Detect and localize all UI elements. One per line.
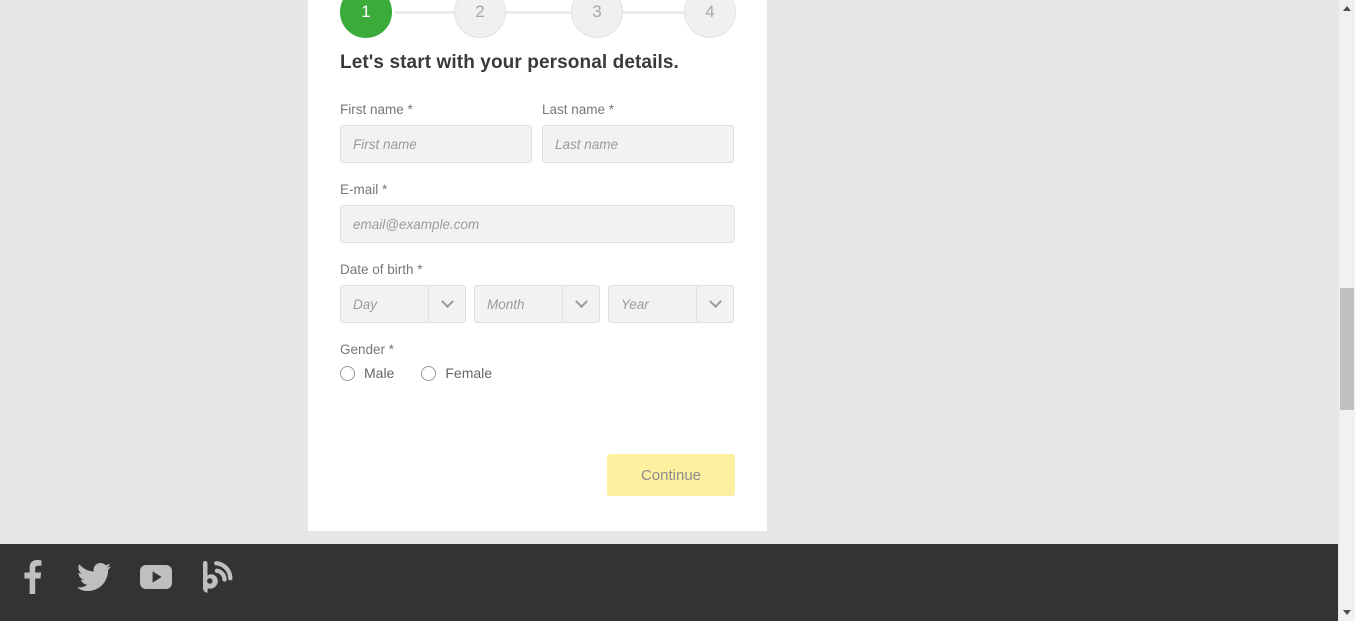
day-select[interactable]: Day [340,285,466,323]
continue-button[interactable]: Continue [607,454,735,496]
gender-option-male[interactable]: Male [340,365,394,381]
twitter-icon[interactable] [74,556,114,598]
year-select[interactable]: Year [608,285,734,323]
registration-card: 1 2 3 4 Let's start with your personal d… [308,0,767,531]
gender-group: Gender * Male Female [340,342,735,381]
last-name-input[interactable] [542,125,734,163]
gender-option-male-label: Male [364,365,395,381]
chevron-down-icon [696,286,733,322]
date-of-birth-group: Date of birth * Day Month Year [340,262,735,323]
chevron-down-icon [428,286,465,322]
stepper-step-4-label: 4 [705,2,715,21]
year-select-value: Year [621,296,649,312]
last-name-group: Last name * [542,102,734,163]
youtube-icon[interactable] [136,556,176,598]
stepper-step-2-label: 2 [475,2,485,21]
form-actions: Continue [340,454,735,496]
social-links [12,556,238,598]
scroll-up-arrow[interactable] [1339,0,1355,17]
stepper-step-1-label: 1 [361,2,371,21]
gender-label: Gender * [340,342,395,357]
chevron-down-icon [562,286,599,322]
email-input[interactable] [340,205,735,243]
month-select-value: Month [487,296,525,312]
scroll-down-arrow[interactable] [1339,604,1355,621]
scrollbar-thumb[interactable] [1340,288,1354,410]
gender-option-female[interactable]: Female [421,365,492,381]
day-select-value: Day [353,296,378,312]
page-title: Let's start with your personal details. [340,52,679,73]
radio-button-icon [421,365,437,381]
stepper-step-4[interactable]: 4 [684,0,736,38]
first-name-label: First name * [340,102,413,117]
date-of-birth-row: Day Month Year [340,285,735,323]
stepper-step-3-label: 3 [592,2,602,21]
first-name-group: First name * [340,102,532,163]
email-group: E-mail * [340,182,735,243]
month-select[interactable]: Month [474,285,600,323]
email-label: E-mail * [340,182,388,197]
gender-radio-row: Male Female [340,365,735,381]
personal-details-form: First name * Last name * E-mail * Date o… [340,102,735,381]
stepper-step-3[interactable]: 3 [571,0,623,38]
site-footer [0,544,1338,621]
page-content: 1 2 3 4 Let's start with your personal d… [0,0,1338,621]
last-name-label: Last name * [542,102,615,117]
name-row: First name * Last name * [340,102,735,163]
stepper-step-1[interactable]: 1 [340,0,392,38]
date-of-birth-label: Date of birth * [340,262,423,277]
browser-viewport: 1 2 3 4 Let's start with your personal d… [0,0,1355,621]
stepper-step-2[interactable]: 2 [454,0,506,38]
first-name-input[interactable] [340,125,532,163]
blog-rss-icon[interactable] [198,556,238,598]
stepper-connector-line [364,11,712,14]
gender-option-female-label: Female [445,365,493,381]
radio-button-icon [340,365,355,381]
progress-stepper: 1 2 3 4 [340,0,736,38]
vertical-scrollbar[interactable] [1338,0,1355,621]
facebook-icon[interactable] [12,556,52,598]
